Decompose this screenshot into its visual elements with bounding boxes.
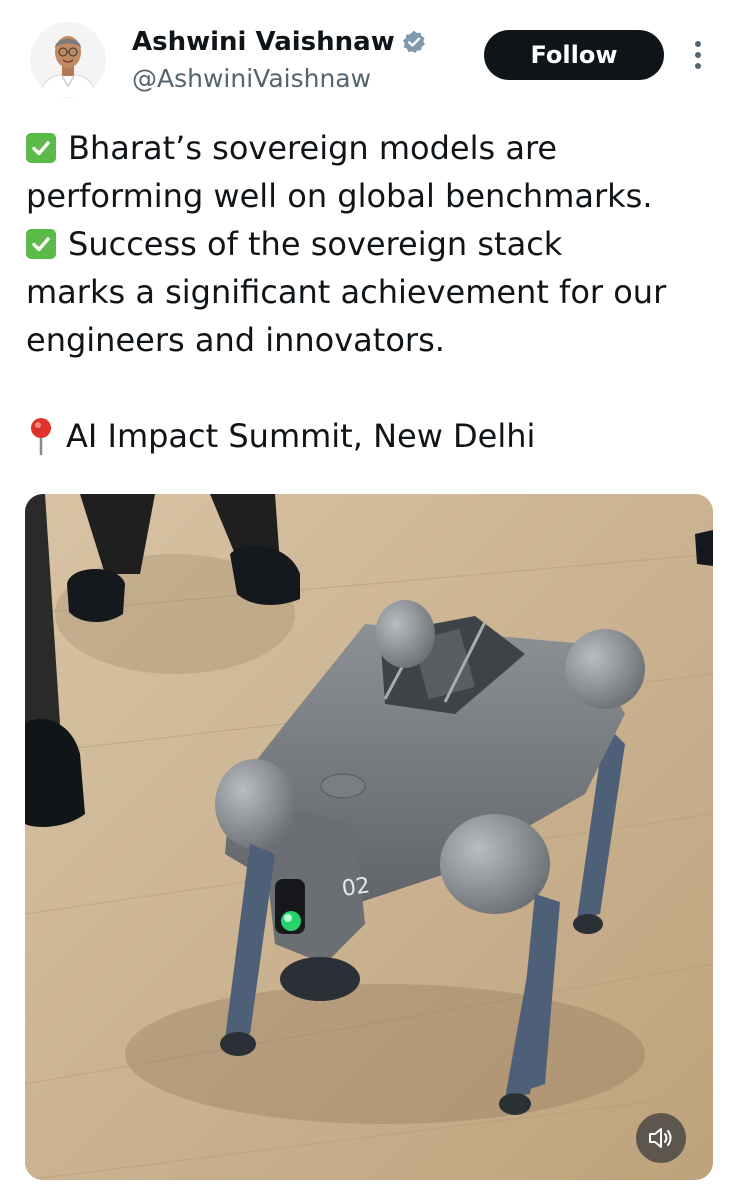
- tweet-line: AI Impact Summit, New Delhi: [26, 412, 726, 460]
- tweet-spacer: [26, 364, 726, 412]
- avatar[interactable]: [30, 22, 106, 98]
- more-vertical-icon[interactable]: [686, 38, 710, 72]
- check-mark-icon: [26, 133, 56, 163]
- tweet-line: marks a significant achievement for our: [26, 268, 726, 316]
- check-mark-icon: [26, 229, 56, 259]
- robot-dog-video-frame: 02: [25, 494, 713, 1180]
- tweet-text: Bharat’s sovereign models are performing…: [26, 124, 726, 460]
- tweet-line: Success of the sovereign stack: [26, 220, 726, 268]
- mute-toggle-button[interactable]: [636, 1113, 686, 1163]
- location-pin-icon: [31, 418, 51, 456]
- verified-badge-icon: [402, 30, 425, 54]
- tweet-location: AI Impact Summit, New Delhi: [66, 417, 536, 455]
- follow-button[interactable]: Follow: [484, 30, 664, 80]
- tweet-line-4: marks a significant achievement for our: [26, 273, 667, 311]
- author-handle[interactable]: @AshwiniVaishnaw: [132, 62, 371, 96]
- video-media[interactable]: 02: [25, 494, 713, 1180]
- robot-number-label: 02: [340, 873, 371, 902]
- tweet-line-5: engineers and innovators.: [26, 321, 445, 359]
- speaker-muted-icon: [649, 1128, 672, 1148]
- tweet-line: engineers and innovators.: [26, 316, 726, 364]
- author-name-row[interactable]: Ashwini Vaishnaw: [132, 24, 427, 60]
- tweet-line-1: Bharat’s sovereign models are: [68, 129, 558, 167]
- author-name[interactable]: Ashwini Vaishnaw: [132, 24, 395, 60]
- avatar-image: [30, 22, 106, 98]
- tweet-line: performing well on global benchmarks.: [26, 172, 726, 220]
- tweet-line-3: Success of the sovereign stack: [68, 225, 563, 263]
- tweet-line-2: performing well on global benchmarks.: [26, 177, 653, 215]
- tweet-line: Bharat’s sovereign models are: [26, 124, 726, 172]
